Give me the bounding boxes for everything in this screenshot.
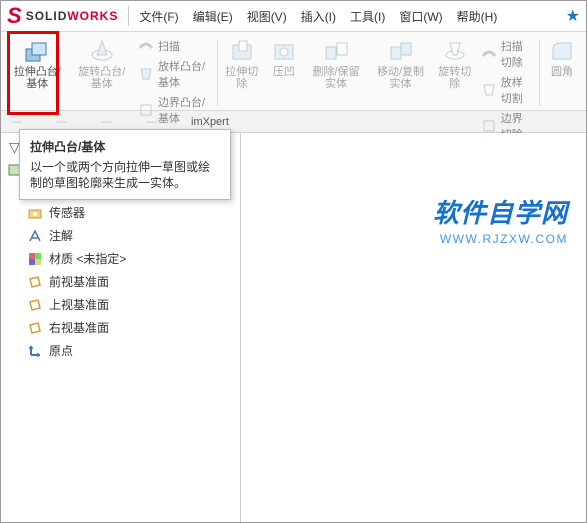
ribbon-delete-keep[interactable]: 删除/保留实体 [304, 36, 369, 110]
plane-icon [27, 274, 43, 290]
boundary-cut-icon [481, 118, 497, 134]
ribbon-hole[interactable]: 压凹 [264, 36, 304, 110]
menu-file[interactable]: 文件(F) [139, 8, 178, 25]
separator [539, 40, 540, 106]
tab-item[interactable]: — [11, 116, 22, 128]
ribbon-sweep-cut[interactable]: 扫描切除 [481, 38, 533, 70]
menu-help[interactable]: 帮助(H) [457, 8, 498, 25]
hole-icon [270, 38, 298, 64]
star-icon[interactable]: ★ [566, 6, 580, 26]
extrude-boss-icon [23, 38, 51, 64]
fillet-icon [548, 38, 576, 64]
tree-origin[interactable]: 原点 [23, 339, 240, 362]
tab-item[interactable]: — [56, 116, 67, 128]
revolve-cut-icon [441, 38, 469, 64]
ribbon-loft-cut[interactable]: 放样切割 [481, 74, 533, 106]
ribbon-toolbar: 拉伸凸台/基体 旋转凸台/基体 扫描 放样凸台/基体 边界凸台/基体 拉伸切除 … [1, 31, 586, 111]
app-logo: S SOLIDWORKS [7, 3, 118, 29]
plane-icon [27, 297, 43, 313]
ribbon-label: 圆角 [551, 66, 573, 78]
tab-item[interactable]: — [101, 116, 112, 128]
tree-children: History 传感器 注解 材质 <未指定> 前视基准面 上视基准面 [3, 179, 240, 362]
watermark-line1: 软件自学网 [433, 193, 568, 230]
logo-text: SOLIDWORKS [26, 9, 119, 23]
ribbon-label: 拉伸切除 [224, 66, 260, 90]
sensors-icon [27, 205, 43, 221]
separator [217, 40, 218, 106]
ribbon-cut-list: 扫描切除 放样切割 边界切除 [477, 36, 537, 110]
menu-bar: 文件(F) 编辑(E) 视图(V) 插入(I) 工具(I) 窗口(W) 帮助(H… [139, 8, 497, 25]
delete-keep-icon [322, 38, 350, 64]
ribbon-move-copy[interactable]: 移动/复制实体 [368, 36, 433, 110]
sweep-icon [138, 38, 154, 54]
ribbon-revolve-cut[interactable]: 旋转切除 [433, 36, 477, 110]
material-icon [27, 251, 43, 267]
logo-mark-icon: S [7, 3, 22, 29]
annotations-icon [27, 228, 43, 244]
tooltip-title: 拉伸凸台/基体 [30, 138, 220, 155]
menu-window[interactable]: 窗口(W) [399, 8, 442, 25]
graphics-canvas[interactable]: 软件自学网 WWW.RJZXW.COM [241, 133, 586, 522]
extrude-cut-icon [228, 38, 256, 64]
tree-front-plane[interactable]: 前视基准面 [23, 270, 240, 293]
watermark: 软件自学网 WWW.RJZXW.COM [433, 193, 568, 246]
origin-icon [27, 343, 43, 359]
tree-top-plane[interactable]: 上视基准面 [23, 293, 240, 316]
move-copy-icon [387, 38, 415, 64]
ribbon-fillet[interactable]: 圆角 [542, 36, 582, 110]
title-bar: S SOLIDWORKS 文件(F) 编辑(E) 视图(V) 插入(I) 工具(… [1, 1, 586, 31]
tree-annotations[interactable]: 注解 [23, 224, 240, 247]
tooltip: 拉伸凸台/基体 以一个或两个方向拉伸一草图或绘制的草图轮廓来生成一实体。 [19, 129, 231, 200]
tab-item[interactable]: — [146, 116, 157, 128]
ribbon-extrude-boss[interactable]: 拉伸凸台/基体 [5, 36, 70, 110]
ribbon-label: 移动/复制实体 [372, 66, 429, 90]
menu-edit[interactable]: 编辑(E) [193, 8, 233, 25]
ribbon-label: 旋转切除 [437, 66, 473, 90]
menu-view[interactable]: 视图(V) [247, 8, 287, 25]
tree-right-plane[interactable]: 右视基准面 [23, 316, 240, 339]
revolve-boss-icon [88, 38, 116, 64]
ribbon-revolve-boss[interactable]: 旋转凸台/基体 [70, 36, 135, 110]
tree-sensors[interactable]: 传感器 [23, 201, 240, 224]
ribbon-label: 删除/保留实体 [308, 66, 365, 90]
ribbon-label: 拉伸凸台/基体 [9, 66, 66, 90]
ribbon-label: 旋转凸台/基体 [74, 66, 131, 90]
plane-icon [27, 320, 43, 336]
ribbon-sweep[interactable]: 扫描 [138, 38, 211, 54]
menu-tools[interactable]: 工具(I) [350, 8, 385, 25]
separator [128, 6, 129, 26]
ribbon-label: 压凹 [273, 66, 295, 78]
ribbon-loft[interactable]: 放样凸台/基体 [138, 58, 211, 90]
watermark-line2: WWW.RJZXW.COM [433, 232, 568, 246]
loft-icon [138, 66, 154, 82]
tooltip-body: 以一个或两个方向拉伸一草图或绘制的草图轮廓来生成一实体。 [30, 159, 220, 191]
menu-insert[interactable]: 插入(I) [301, 8, 336, 25]
loft-cut-icon [481, 82, 497, 98]
sweep-cut-icon [481, 46, 497, 62]
ribbon-extrude-cut[interactable]: 拉伸切除 [220, 36, 264, 110]
tree-material[interactable]: 材质 <未指定> [23, 247, 240, 270]
ribbon-boss-list: 扫描 放样凸台/基体 边界凸台/基体 [134, 36, 215, 110]
